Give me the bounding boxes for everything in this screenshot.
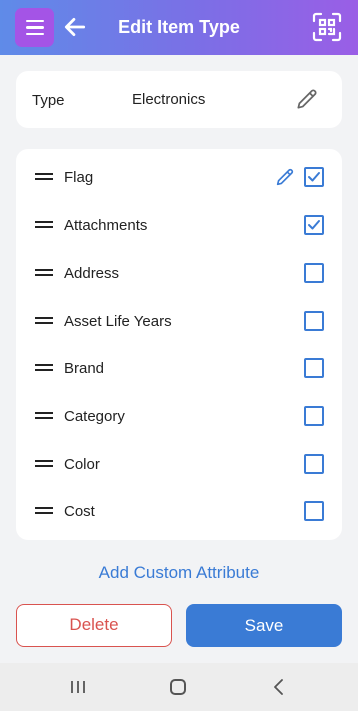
attribute-checkbox[interactable] bbox=[304, 311, 324, 331]
drag-handle-icon[interactable] bbox=[35, 221, 53, 228]
drag-handle-icon[interactable] bbox=[35, 317, 53, 324]
qr-scan-icon[interactable] bbox=[312, 12, 342, 42]
attribute-checkbox[interactable] bbox=[304, 501, 324, 521]
page-title: Edit Item Type bbox=[118, 17, 240, 37]
attribute-row: Asset Life Years bbox=[16, 296, 342, 343]
back-nav-icon[interactable] bbox=[272, 679, 286, 695]
system-nav-bar bbox=[0, 663, 358, 711]
attribute-row: Brand bbox=[16, 343, 342, 390]
drag-handle-icon[interactable] bbox=[35, 173, 53, 180]
drag-handle-icon[interactable] bbox=[35, 507, 53, 514]
attribute-label: Asset Life Years bbox=[64, 313, 172, 330]
checkmark-icon bbox=[308, 220, 320, 230]
drag-handle-icon[interactable] bbox=[35, 269, 53, 276]
save-button[interactable]: Save bbox=[186, 604, 342, 647]
attribute-row: Category bbox=[16, 391, 342, 438]
attributes-card: Flag Attachments Address Asset Life Years Br… bbox=[16, 149, 342, 540]
attribute-row: Flag bbox=[16, 152, 342, 199]
attribute-row: Color bbox=[16, 439, 342, 486]
attribute-checkbox[interactable] bbox=[304, 358, 324, 378]
drag-handle-icon[interactable] bbox=[35, 460, 53, 467]
pencil-icon[interactable] bbox=[274, 166, 296, 188]
item-type-card: Type Electronics bbox=[16, 71, 342, 128]
attribute-checkbox[interactable] bbox=[304, 167, 324, 187]
attribute-row: Cost bbox=[16, 486, 342, 533]
type-label: Type bbox=[32, 92, 65, 109]
attribute-label: Color bbox=[64, 456, 100, 473]
attribute-checkbox[interactable] bbox=[304, 406, 324, 426]
attribute-label: Brand bbox=[64, 360, 105, 377]
recent-apps-icon[interactable] bbox=[70, 680, 86, 694]
attribute-label: Address bbox=[64, 265, 120, 282]
attribute-row: Address bbox=[16, 248, 342, 295]
pencil-icon[interactable] bbox=[294, 86, 320, 112]
home-icon[interactable] bbox=[170, 679, 186, 695]
attribute-checkbox[interactable] bbox=[304, 215, 324, 235]
type-value: Electronics bbox=[132, 91, 206, 108]
attribute-row: Attachments bbox=[16, 200, 342, 247]
attribute-label: Attachments bbox=[64, 217, 148, 234]
app-header: Edit Item Type bbox=[0, 0, 358, 55]
drag-handle-icon[interactable] bbox=[35, 412, 53, 419]
attribute-checkbox[interactable] bbox=[304, 263, 324, 283]
add-custom-attribute-link[interactable]: Add Custom Attribute bbox=[0, 563, 358, 583]
delete-button[interactable]: Delete bbox=[16, 604, 172, 647]
attribute-label: Category bbox=[64, 408, 125, 425]
attribute-label: Flag bbox=[64, 169, 94, 186]
attribute-checkbox[interactable] bbox=[304, 454, 324, 474]
attribute-label: Cost bbox=[64, 503, 95, 520]
checkmark-icon bbox=[308, 172, 320, 182]
drag-handle-icon[interactable] bbox=[35, 364, 53, 371]
